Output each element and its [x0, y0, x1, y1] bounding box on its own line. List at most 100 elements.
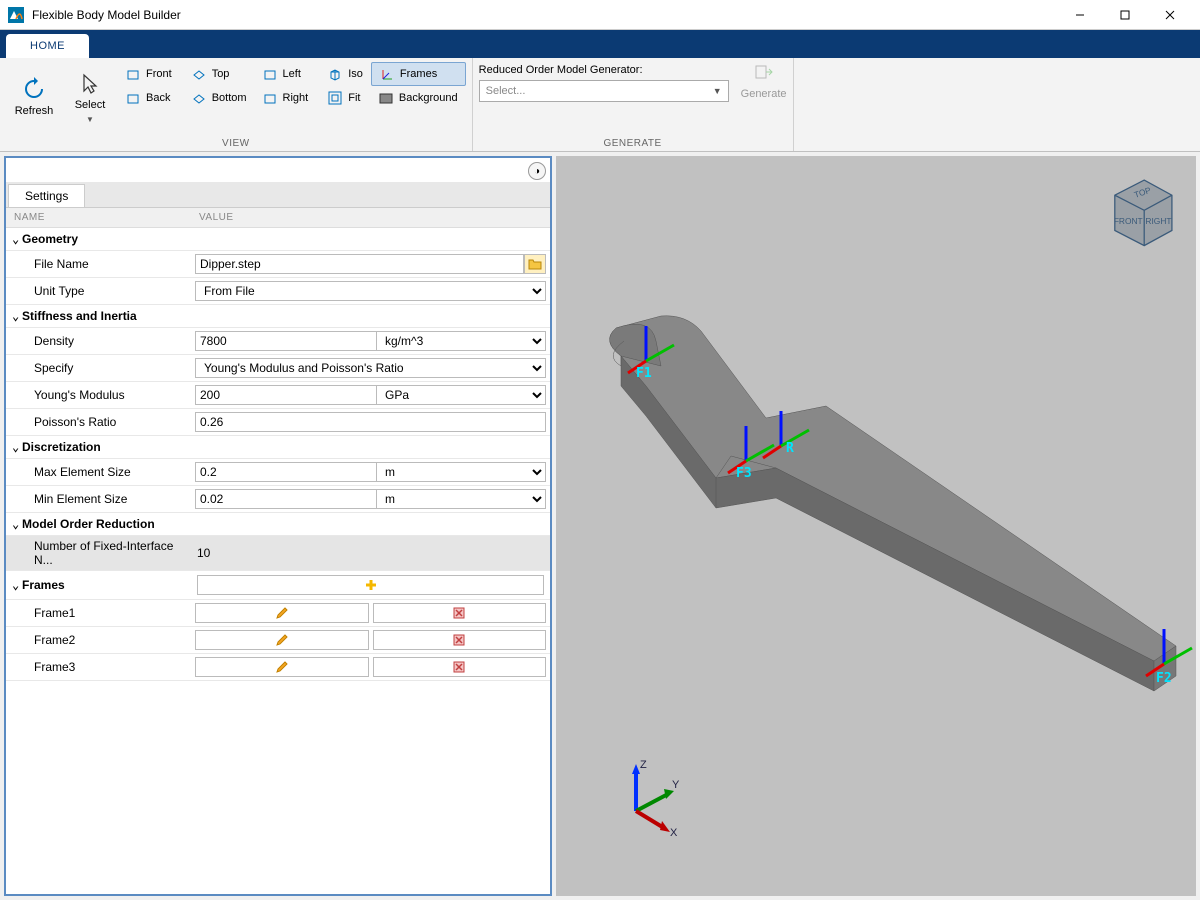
maximize-button[interactable] [1102, 0, 1147, 29]
cube-icon [192, 67, 206, 81]
select-button[interactable]: Select ▼ [62, 62, 118, 132]
select-max-unit[interactable]: m [376, 462, 546, 482]
section-mor[interactable]: ⌄Model Order Reduction [6, 513, 550, 536]
svg-text:Y: Y [672, 779, 680, 791]
label-specify: Specify [6, 355, 191, 382]
main-content: ◑ Settings NAMEVALUE ⌄Geometry File Name… [0, 152, 1200, 900]
cursor-icon [78, 71, 102, 95]
label-file-name: File Name [6, 251, 191, 278]
view-left-button[interactable]: Left [255, 62, 317, 86]
pencil-icon [275, 633, 289, 647]
fit-icon [328, 91, 342, 105]
select-unit-type[interactable]: From File [195, 281, 546, 301]
view-back-button[interactable]: Back [118, 86, 180, 110]
input-density[interactable] [195, 331, 376, 351]
frame-label-r: R [786, 441, 794, 456]
delete-frame3-button[interactable] [373, 657, 547, 677]
tab-settings[interactable]: Settings [8, 184, 85, 207]
select-min-unit[interactable]: m [376, 489, 546, 509]
close-button[interactable] [1147, 0, 1192, 29]
svg-text:FRONT: FRONT [1114, 216, 1143, 226]
label-num-interface: Number of Fixed-Interface N... [6, 536, 191, 571]
view-bottom-button[interactable]: Bottom [184, 86, 255, 110]
section-stiffness[interactable]: ⌄Stiffness and Inertia [6, 305, 550, 328]
input-min-element[interactable] [195, 489, 376, 509]
generate-icon [752, 62, 776, 86]
view-top-button[interactable]: Top [184, 62, 255, 86]
select-ym-unit[interactable]: GPa [376, 385, 546, 405]
chevron-down-icon: ▼ [713, 86, 722, 96]
gen-select[interactable]: Select... ▼ [479, 80, 729, 102]
label-poissons-ratio: Poisson's Ratio [6, 409, 191, 436]
delete-icon [452, 633, 466, 647]
chevron-down-icon: ▼ [86, 115, 94, 124]
ribbon-group-gen-label: GENERATE [479, 136, 787, 151]
svg-text:X: X [670, 827, 678, 836]
viewport-3d[interactable]: F1 R F3 F2 TOP FRONT RIGHT Z Y X [556, 156, 1196, 896]
col-value: VALUE [191, 208, 550, 228]
refresh-icon [22, 77, 46, 101]
cube-icon [126, 91, 140, 105]
cube-icon [263, 91, 277, 105]
refresh-button[interactable]: Refresh [6, 62, 62, 132]
ribbon: Refresh Select ▼ Front Top Back Bottom L… [0, 58, 1200, 152]
select-specify[interactable]: Young's Modulus and Poisson's Ratio [195, 358, 546, 378]
input-file-name[interactable] [195, 254, 524, 274]
edit-frame1-button[interactable] [195, 603, 369, 623]
frame-label-f2: F2 [1156, 671, 1172, 686]
input-poissons-ratio[interactable] [195, 412, 546, 432]
view-right-button[interactable]: Right [255, 86, 317, 110]
pencil-icon [275, 606, 289, 620]
label-max-element: Max Element Size [6, 459, 191, 486]
delete-icon [452, 660, 466, 674]
frame-label-f1: F1 [636, 366, 652, 381]
frames-icon [380, 67, 394, 81]
view-frames-button[interactable]: Frames [371, 62, 466, 86]
input-max-element[interactable] [195, 462, 376, 482]
ribbon-group-view-label: VIEW [6, 136, 466, 151]
edit-frame2-button[interactable] [195, 630, 369, 650]
app-icon [8, 7, 24, 23]
panel-collapse-button[interactable]: ◑ [528, 162, 546, 180]
add-frame-button[interactable] [197, 575, 544, 595]
label-frame3: Frame3 [6, 654, 191, 681]
label-frame2: Frame2 [6, 627, 191, 654]
view-fit-button[interactable]: Fit [320, 86, 371, 110]
background-icon [379, 91, 393, 105]
minimize-button[interactable] [1057, 0, 1102, 29]
delete-icon [452, 606, 466, 620]
titlebar: Flexible Body Model Builder [0, 0, 1200, 30]
delete-frame1-button[interactable] [373, 603, 547, 623]
svg-text:RIGHT: RIGHT [1145, 216, 1171, 226]
label-frame1: Frame1 [6, 600, 191, 627]
section-geometry[interactable]: ⌄Geometry [6, 228, 550, 251]
ribbon-tabs: HOME [0, 30, 1200, 58]
plus-icon [364, 578, 378, 592]
value-num-interface[interactable]: 10 [191, 536, 550, 571]
delete-frame2-button[interactable] [373, 630, 547, 650]
view-front-button[interactable]: Front [118, 62, 180, 86]
generate-button: Generate [741, 62, 787, 100]
settings-panel: ◑ Settings NAMEVALUE ⌄Geometry File Name… [4, 156, 552, 896]
label-density: Density [6, 328, 191, 355]
svg-text:Z: Z [640, 759, 647, 771]
section-frames[interactable]: ⌄Frames [6, 571, 191, 600]
cube-icon [192, 91, 206, 105]
select-density-unit[interactable]: kg/m^3 [376, 331, 546, 351]
view-iso-button[interactable]: Iso [320, 62, 371, 86]
section-discretization[interactable]: ⌄Discretization [6, 436, 550, 459]
label-unit-type: Unit Type [6, 278, 191, 305]
properties-table: NAMEVALUE ⌄Geometry File Name Unit Type … [6, 208, 550, 681]
label-youngs-modulus: Young's Modulus [6, 382, 191, 409]
cube-icon [126, 67, 140, 81]
window-title: Flexible Body Model Builder [32, 8, 1057, 22]
browse-button[interactable] [524, 254, 546, 274]
edit-frame3-button[interactable] [195, 657, 369, 677]
label-min-element: Min Element Size [6, 486, 191, 513]
input-youngs-modulus[interactable] [195, 385, 376, 405]
tab-home[interactable]: HOME [6, 34, 89, 58]
view-cube[interactable]: TOP FRONT RIGHT [1098, 170, 1182, 254]
view-background-button[interactable]: Background [371, 86, 466, 110]
col-name: NAME [6, 208, 191, 228]
gen-label: Reduced Order Model Generator: [479, 64, 729, 76]
